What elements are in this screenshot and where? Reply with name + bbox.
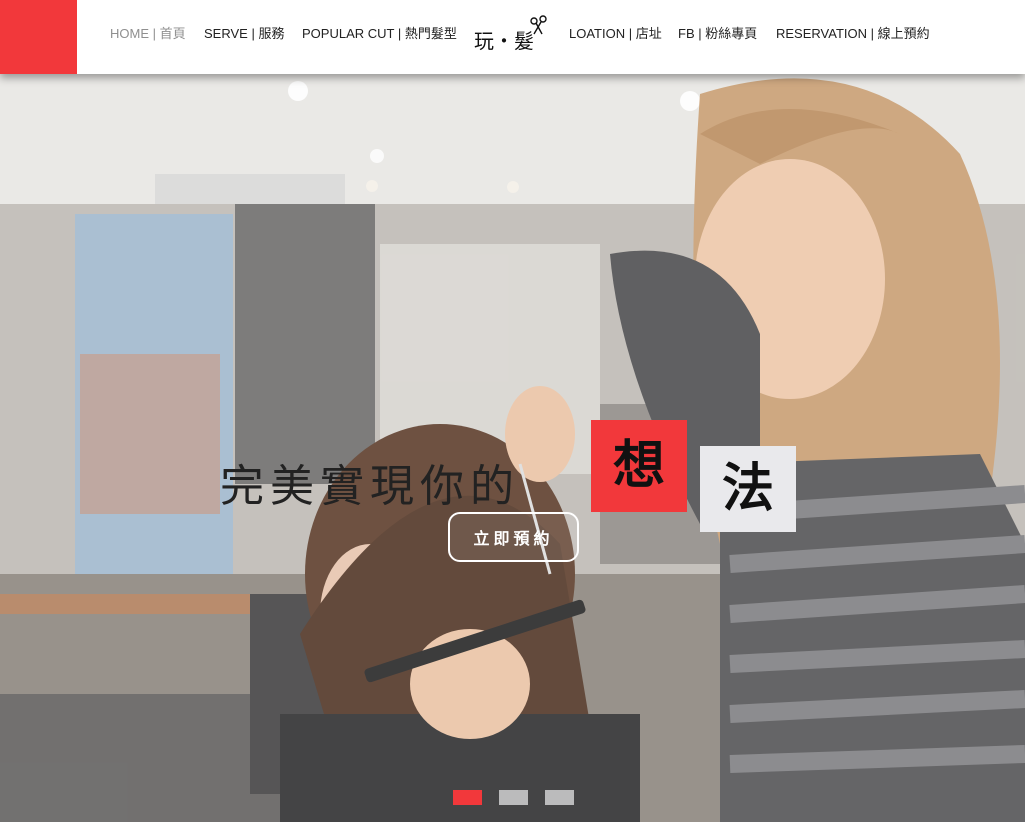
reserve-now-button[interactable]: 立即預約 bbox=[448, 512, 579, 562]
nav-serve[interactable]: SERVE | 服務 bbox=[204, 26, 284, 42]
headline-highlight-white: 法 bbox=[700, 446, 796, 532]
hero-overlay bbox=[0, 74, 1025, 822]
site-logo[interactable]: 玩・髮 bbox=[472, 12, 554, 58]
site-header: HOME | 首頁 SERVE | 服務 POPULAR CUT | 熱門髮型 … bbox=[0, 0, 1025, 74]
nav-popular-cut[interactable]: POPULAR CUT | 熱門髮型 bbox=[302, 26, 457, 42]
hero-banner: 完美實現你的 想 法 立即預約 bbox=[0, 74, 1025, 822]
logo-mark: 玩・髮 bbox=[474, 15, 547, 53]
nav-home[interactable]: HOME | 首頁 bbox=[110, 26, 186, 42]
brand-accent-block bbox=[0, 0, 77, 74]
headline-highlight-red: 想 bbox=[591, 420, 687, 512]
hero-headline-text: 完美實現你的 bbox=[220, 461, 520, 512]
logo-text: 玩・髮 bbox=[474, 29, 534, 53]
nav-fb[interactable]: FB | 粉絲專頁 bbox=[678, 26, 757, 42]
carousel-dot-3[interactable] bbox=[545, 790, 574, 805]
nav-location[interactable]: LOATION | 店址 bbox=[569, 26, 662, 42]
carousel-indicators bbox=[453, 790, 574, 805]
carousel-dot-1[interactable] bbox=[453, 790, 482, 805]
nav-reservation[interactable]: RESERVATION | 線上預約 bbox=[776, 26, 930, 42]
carousel-dot-2[interactable] bbox=[499, 790, 528, 805]
